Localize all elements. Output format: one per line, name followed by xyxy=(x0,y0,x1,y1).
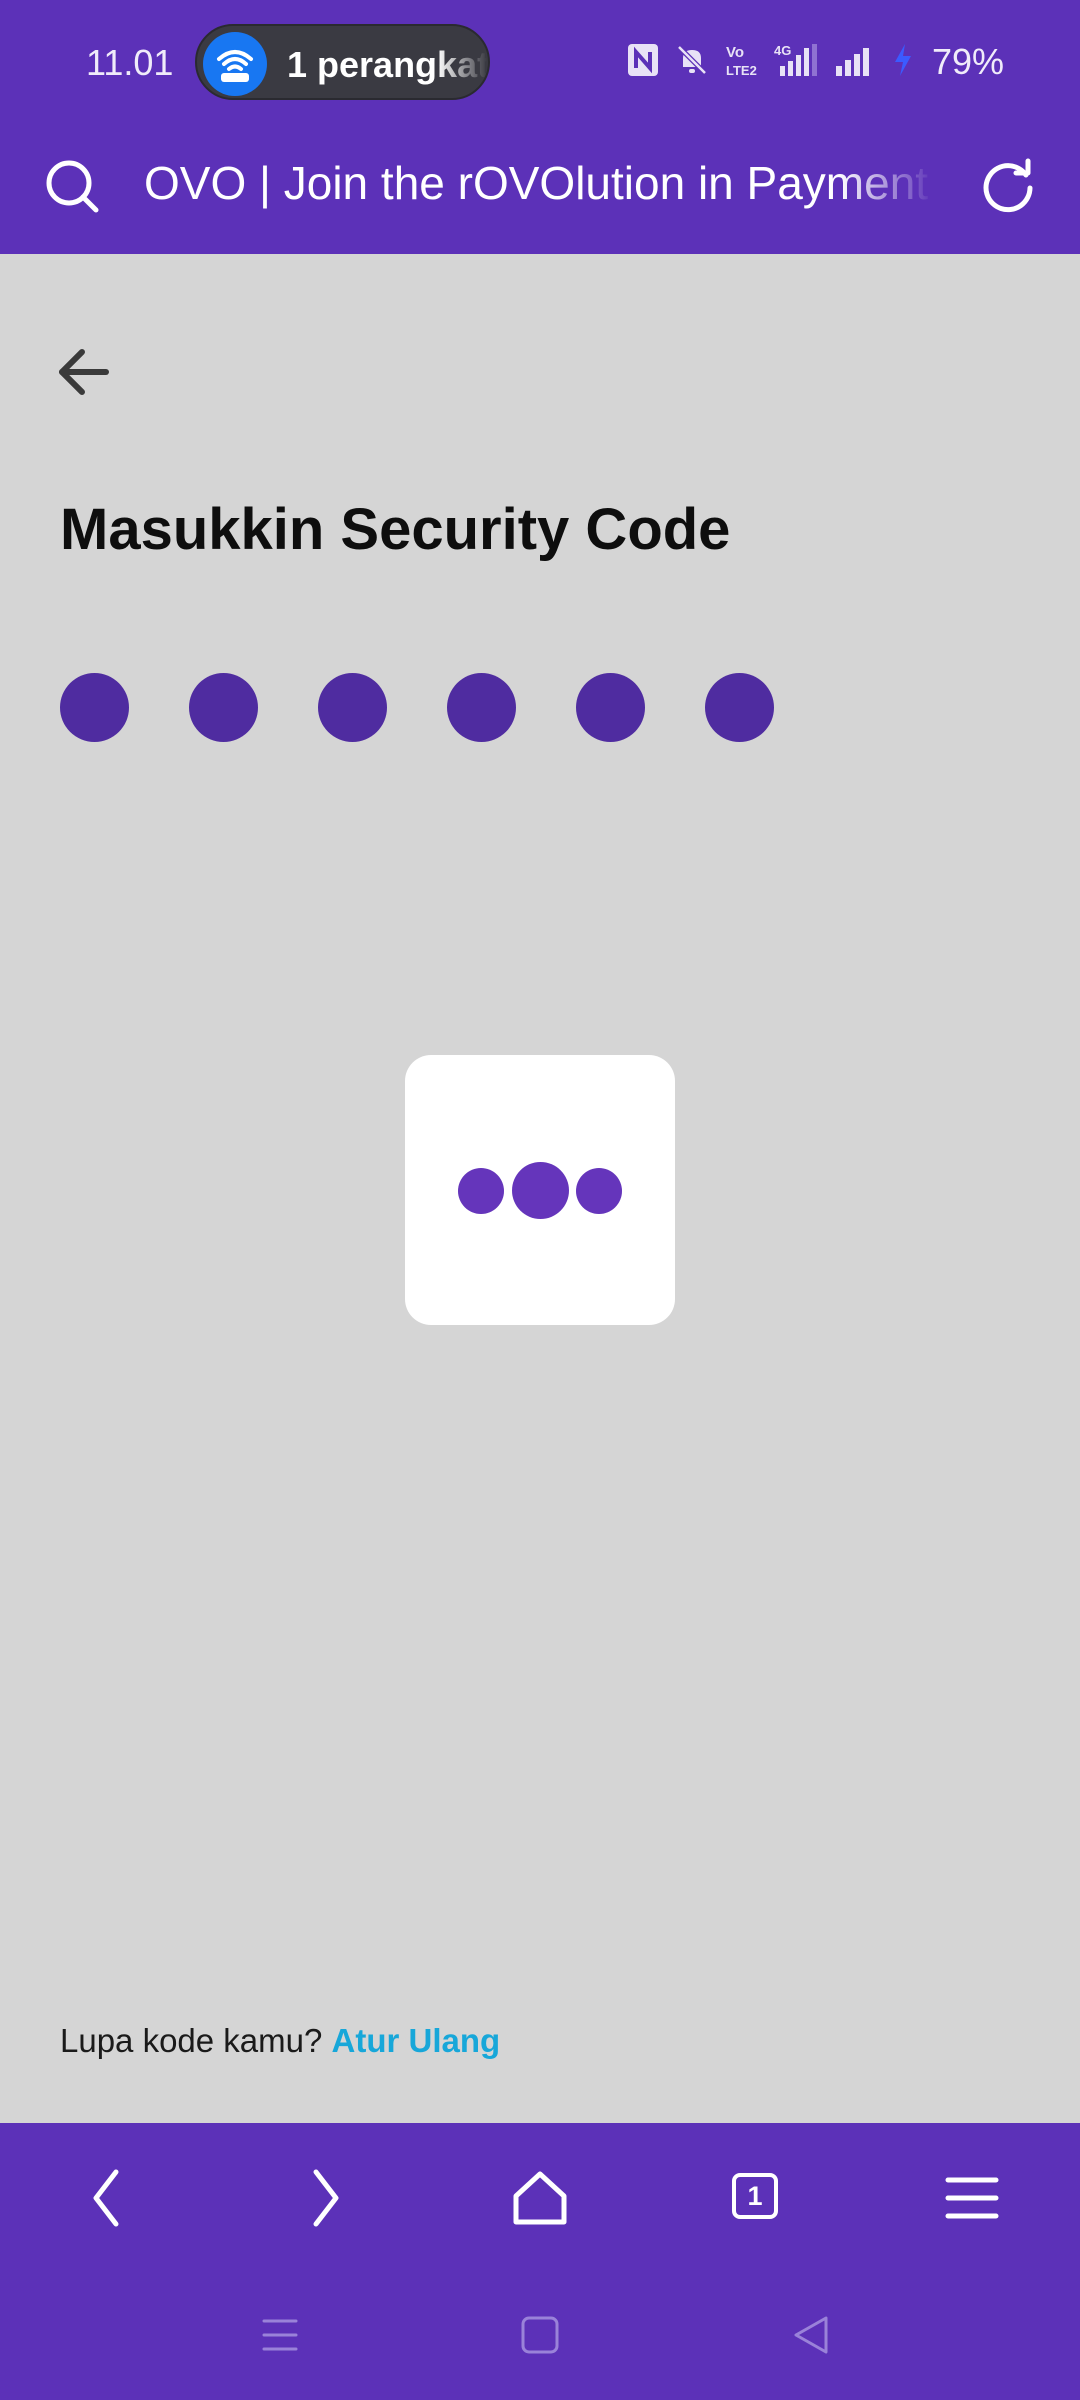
wifi-hotspot-icon xyxy=(203,32,267,96)
status-bar: 11.01 1 perangkat terhubung xyxy=(0,0,1080,124)
svg-text:4G: 4G xyxy=(774,43,791,58)
menu-icon[interactable] xyxy=(942,2168,1002,2228)
pin-indicator xyxy=(60,673,774,742)
loading-dot xyxy=(512,1162,569,1219)
reset-link[interactable]: Atur Ulang xyxy=(332,2022,501,2059)
status-time: 11.01 xyxy=(86,42,174,83)
svg-text:Vo: Vo xyxy=(726,44,744,61)
back-triangle-icon[interactable] xyxy=(790,2313,834,2357)
forward-icon[interactable] xyxy=(294,2168,354,2228)
signal-icon xyxy=(834,42,878,83)
page-title-bar[interactable]: OVO | Join the rOVOlution in Payment xyxy=(144,156,934,210)
browser-toolbar: 1 xyxy=(0,2123,1080,2273)
tab-count: 1 xyxy=(747,2181,763,2211)
mute-icon xyxy=(674,42,710,83)
forgot-code-text: Lupa kode kamu? xyxy=(60,2022,323,2059)
forgot-code-line: Lupa kode kamu? Atur Ulang xyxy=(60,2022,500,2060)
recent-apps-icon[interactable] xyxy=(258,2313,302,2357)
hotspot-text: 1 perangkat terhubung xyxy=(287,44,490,85)
browser-url-bar[interactable]: OVO | Join the rOVOlution in Payment xyxy=(0,124,1080,254)
battery-level: 79% xyxy=(932,41,1005,82)
volte-icon: Vo LTE2 xyxy=(724,42,760,83)
back-arrow-icon[interactable] xyxy=(54,342,114,402)
status-icons: Vo LTE2 4G 79% xyxy=(626,40,1004,84)
nfc-icon xyxy=(626,42,660,83)
pin-dot xyxy=(576,673,645,742)
security-code-title: Masukkin Security Code xyxy=(60,497,731,562)
hotspot-indicator[interactable]: 1 perangkat terhubung xyxy=(195,24,490,100)
charging-icon xyxy=(892,42,914,83)
loading-dot xyxy=(576,1168,622,1214)
tabs-icon[interactable]: 1 xyxy=(731,2172,779,2220)
back-icon[interactable] xyxy=(78,2168,138,2228)
pin-dot xyxy=(447,673,516,742)
reload-icon[interactable] xyxy=(976,154,1040,223)
pin-dot xyxy=(189,673,258,742)
system-nav-bar xyxy=(0,2273,1080,2400)
pin-dot xyxy=(60,673,129,742)
svg-text:LTE2: LTE2 xyxy=(726,63,757,78)
loading-indicator xyxy=(405,1055,675,1325)
search-icon[interactable] xyxy=(40,154,104,223)
pin-dot xyxy=(705,673,774,742)
loading-dot xyxy=(458,1168,504,1214)
home-square-icon[interactable] xyxy=(518,2313,562,2357)
signal-4g-icon: 4G xyxy=(774,42,820,83)
home-icon[interactable] xyxy=(510,2168,570,2228)
pin-dot xyxy=(318,673,387,742)
